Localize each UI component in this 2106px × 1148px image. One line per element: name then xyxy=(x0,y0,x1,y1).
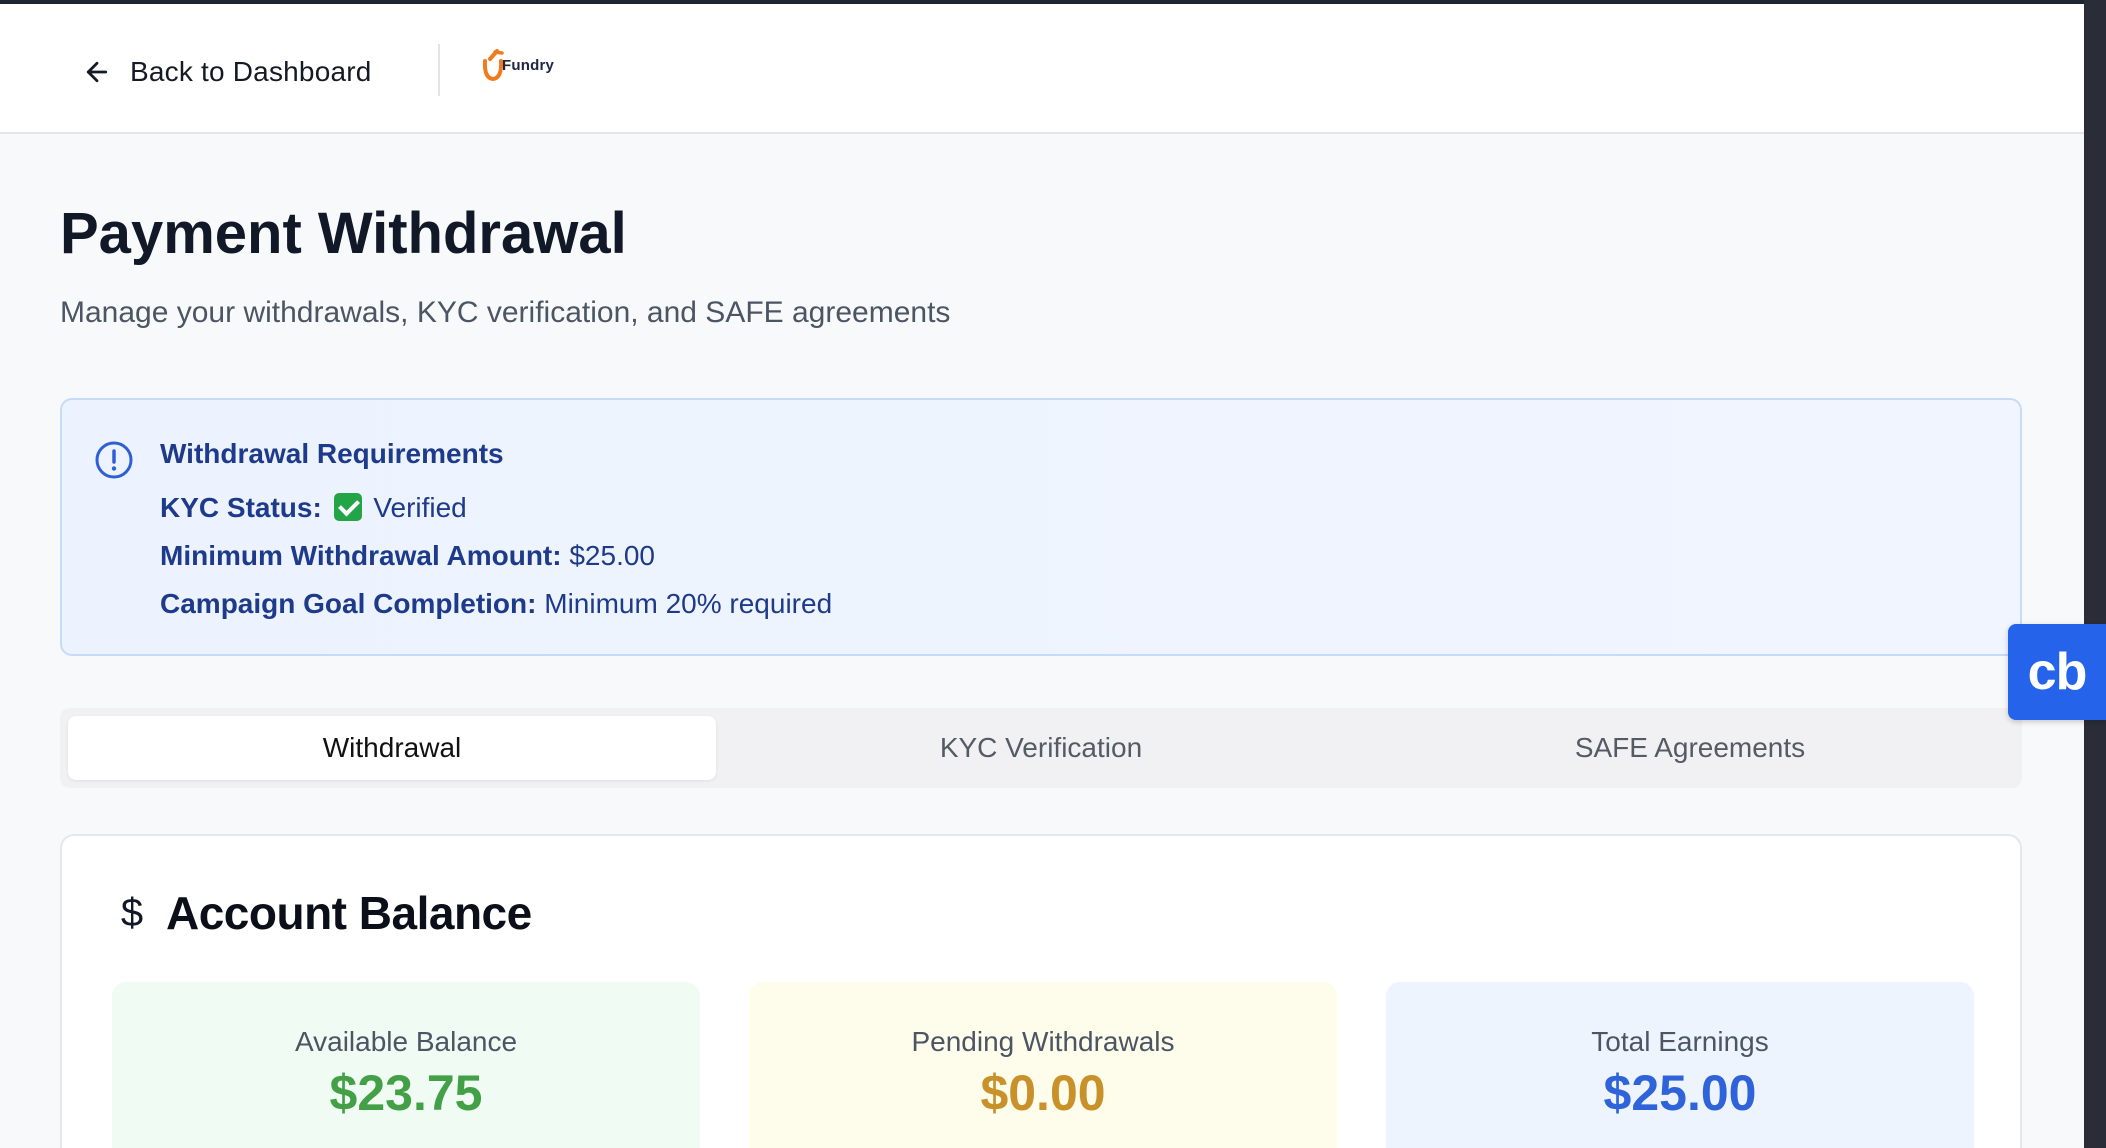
stat-label: Available Balance xyxy=(294,1026,518,1057)
requirements-title: Withdrawal Requirements xyxy=(160,438,504,469)
total-earnings-stat: Total Earnings $25.00 xyxy=(1386,982,1974,1148)
tab-list: Withdrawal KYC Verification SAFE Agreeme… xyxy=(60,708,2022,788)
card-header: $ Account Balance xyxy=(112,886,532,940)
pending-withdrawals-stat: Pending Withdrawals $0.00 xyxy=(749,982,1337,1148)
page-title: Payment Withdrawal xyxy=(60,201,627,266)
header-divider xyxy=(438,44,440,96)
stat-value: $0.00 xyxy=(980,1065,1106,1121)
min-withdrawal-line: Minimum Withdrawal Amount: $25.00 xyxy=(160,540,655,572)
stat-value: $25.00 xyxy=(1603,1065,1757,1121)
tab-withdrawal[interactable]: Withdrawal xyxy=(68,716,716,780)
goal-completion-label: Campaign Goal Completion: xyxy=(160,588,537,619)
card-title: Account Balance xyxy=(166,887,532,939)
stat-label: Pending Withdrawals xyxy=(911,1026,1175,1057)
min-withdrawal-label: Minimum Withdrawal Amount: xyxy=(160,540,562,571)
arrow-left-icon xyxy=(86,61,108,83)
window-edge xyxy=(2084,0,2106,1148)
kyc-status-value: Verified xyxy=(373,492,467,523)
fundry-logo[interactable]: Fundry xyxy=(480,48,554,82)
account-balance-card: $ Account Balance Available Balance $23.… xyxy=(60,834,2022,1148)
tab-safe-agreements[interactable]: SAFE Agreements xyxy=(1366,716,2014,780)
tab-kyc-verification[interactable]: KYC Verification xyxy=(717,716,1365,780)
min-withdrawal-value: $25.00 xyxy=(569,540,655,571)
back-label: Back to Dashboard xyxy=(130,56,372,87)
top-bar: Back to Dashboard Fundry xyxy=(0,4,2084,134)
alert-circle-icon xyxy=(95,441,133,479)
withdrawal-requirements-alert: Withdrawal Requirements KYC Status: Veri… xyxy=(60,398,2022,656)
page: Back to Dashboard Fundry Payment Withdra… xyxy=(0,4,2084,1148)
check-mark-icon xyxy=(333,493,362,521)
dollar-sign-icon: $ xyxy=(120,890,144,935)
stat-value: $23.75 xyxy=(329,1065,483,1121)
kyc-status-line: KYC Status: Verified xyxy=(160,492,467,524)
available-balance-stat: Available Balance $23.75 xyxy=(112,982,700,1148)
goal-completion-line: Campaign Goal Completion: Minimum 20% re… xyxy=(160,588,832,620)
logo-text: Fundry xyxy=(502,56,555,74)
goal-completion-value: Minimum 20% required xyxy=(544,588,833,619)
back-to-dashboard-button[interactable]: Back to Dashboard xyxy=(82,48,372,96)
kyc-status-label: KYC Status: xyxy=(160,492,322,523)
cb-widget-button[interactable]: cb xyxy=(2008,624,2106,720)
page-subtitle: Manage your withdrawals, KYC verificatio… xyxy=(60,296,951,329)
stat-label: Total Earnings xyxy=(1591,1026,1769,1057)
